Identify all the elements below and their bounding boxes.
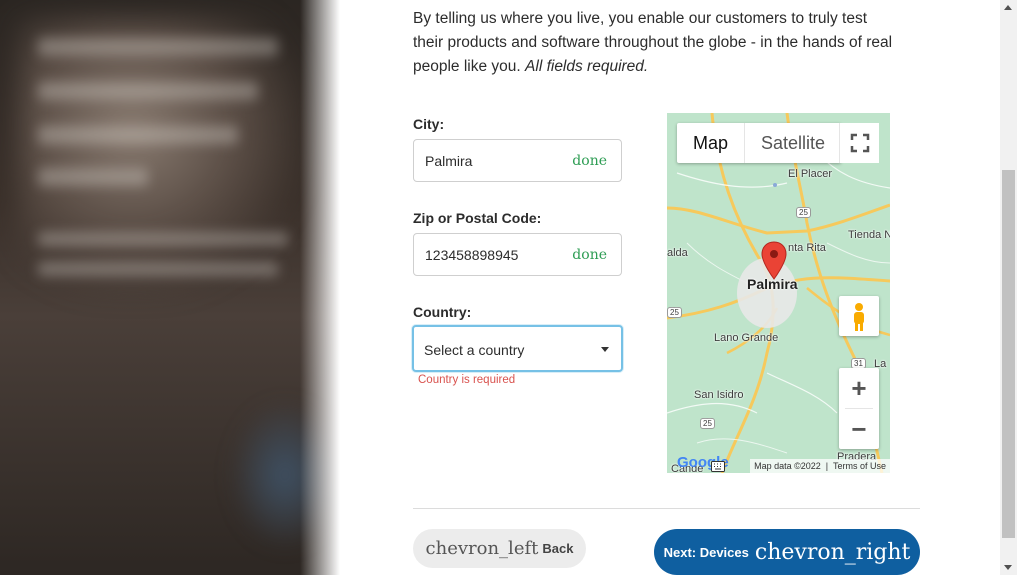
map-data-text: Map data ©2022 bbox=[754, 461, 821, 471]
pegman-icon bbox=[854, 303, 864, 331]
page-scrollbar[interactable] bbox=[1000, 0, 1017, 575]
photo-fade-edge bbox=[300, 0, 340, 575]
back-button[interactable]: chevron_left Back bbox=[413, 529, 586, 568]
blurred-overlay-text bbox=[38, 126, 238, 144]
map-type-control[interactable]: Map Satellite bbox=[677, 123, 842, 163]
zoom-control[interactable]: + − bbox=[839, 368, 879, 449]
map-type-map-button[interactable]: Map bbox=[677, 123, 744, 163]
country-error-message: Country is required bbox=[418, 374, 516, 386]
terms-of-use-link[interactable]: Terms of Use bbox=[833, 461, 886, 471]
map-label-tienda: Tienda N bbox=[848, 229, 890, 241]
blurred-overlay-text bbox=[38, 168, 148, 186]
keyboard-icon[interactable] bbox=[711, 461, 725, 472]
map-label-el-placer: El Placer bbox=[788, 168, 833, 180]
location-map[interactable]: Map Satellite El Placer Tienda N nta Rit… bbox=[667, 113, 890, 473]
back-button-label: Back bbox=[542, 541, 574, 556]
intro-paragraph: By telling us where you live, you enable… bbox=[413, 10, 893, 75]
map-type-satellite-button[interactable]: Satellite bbox=[745, 123, 841, 163]
chevron-right-icon: chevron_right bbox=[754, 539, 911, 565]
city-done-icon: done bbox=[572, 153, 607, 169]
scroll-down-arrow-icon[interactable] bbox=[1004, 565, 1012, 570]
photo-blur-region bbox=[20, 20, 300, 290]
location-pin-icon[interactable] bbox=[761, 241, 787, 281]
country-select[interactable]: Select a country bbox=[412, 325, 623, 372]
blurred-overlay-text bbox=[38, 38, 278, 56]
zoom-out-button[interactable]: − bbox=[839, 409, 879, 449]
fullscreen-icon bbox=[850, 133, 870, 153]
map-footer: Google Map data ©2022 | Terms of Use bbox=[667, 454, 890, 473]
scroll-up-arrow-icon[interactable] bbox=[1004, 5, 1012, 10]
map-label-santa-rita: nta Rita bbox=[788, 242, 826, 254]
city-field[interactable]: Palmira done bbox=[413, 139, 622, 182]
city-value: Palmira bbox=[425, 153, 473, 169]
blurred-overlay-text bbox=[38, 232, 288, 246]
zip-field[interactable]: 123458898945 done bbox=[413, 233, 622, 276]
zip-value: 123458898945 bbox=[425, 247, 519, 263]
city-label: City: bbox=[413, 116, 445, 132]
chevron-left-icon: chevron_left bbox=[425, 538, 539, 559]
fullscreen-button[interactable] bbox=[839, 123, 879, 163]
map-label-san-isidro: San Isidro bbox=[694, 389, 744, 401]
scrollbar-thumb[interactable] bbox=[1002, 170, 1015, 538]
zip-done-icon: done bbox=[572, 247, 607, 263]
blurred-overlay-text bbox=[38, 262, 278, 276]
map-label-alda: alda bbox=[667, 247, 688, 259]
zoom-in-button[interactable]: + bbox=[839, 368, 879, 408]
next-button-label: Next: Devices bbox=[663, 544, 749, 560]
street-view-button[interactable] bbox=[839, 296, 879, 336]
caret-down-icon bbox=[601, 347, 609, 352]
route-shield-25: 25 bbox=[700, 418, 715, 429]
background-photo bbox=[0, 0, 340, 575]
map-attribution: Map data ©2022 | Terms of Use bbox=[750, 459, 890, 473]
required-note: All fields required. bbox=[525, 58, 649, 75]
country-select-value: Select a country bbox=[424, 342, 525, 358]
next-button[interactable]: Next: Devices chevron_right bbox=[654, 529, 920, 575]
map-label-lano-grande: Lano Grande bbox=[714, 332, 779, 344]
route-shield-25: 25 bbox=[796, 207, 811, 218]
footer-divider bbox=[413, 508, 920, 509]
zip-label: Zip or Postal Code: bbox=[413, 210, 542, 226]
blurred-overlay-text bbox=[38, 82, 258, 100]
country-label: Country: bbox=[413, 304, 472, 320]
route-shield-25: 25 bbox=[667, 307, 682, 318]
